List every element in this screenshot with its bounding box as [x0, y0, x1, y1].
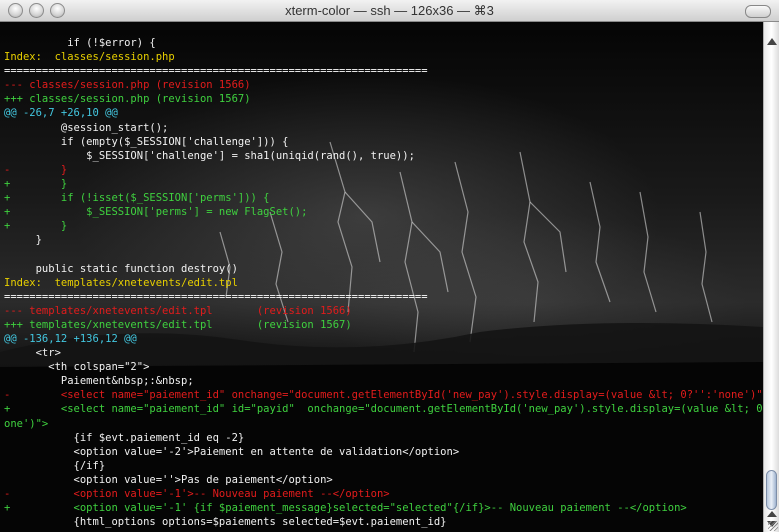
terminal-line: - <select name="paiement_id" onchange="d…	[4, 389, 763, 402]
terminal-line: <th colspan="2">	[4, 361, 150, 374]
terminal-line: public static function destroy()	[4, 262, 238, 275]
scroll-thumb[interactable]	[766, 470, 777, 510]
terminal-line: + if (!isset($_SESSION['perms'])) {	[4, 192, 270, 205]
terminal-line: Index: templates/xnetevents/edit.tpl	[4, 276, 238, 289]
terminal-line: <tr>	[4, 347, 61, 360]
terminal-line: $_SESSION['challenge'] = sha1(uniqid(ran…	[4, 149, 415, 162]
toolbar-toggle-button[interactable]	[745, 5, 771, 18]
terminal-line: --- templates/xnetevents/edit.tpl (revis…	[4, 304, 352, 317]
terminal-line: + <select name="paiement_id" id="payid" …	[4, 403, 763, 416]
terminal-line: @@ -136,12 +136,12 @@	[4, 332, 137, 345]
scroll-up-arrow-icon[interactable]	[767, 511, 777, 517]
terminal-line: Paiement&nbsp;:&nbsp;	[4, 375, 194, 388]
terminal-line: - <option value='-1'>-- Nouveau paiement…	[4, 488, 390, 500]
scroll-top-arrow-icon[interactable]	[767, 38, 777, 45]
terminal-line: one')">	[4, 417, 49, 430]
terminal-line: if (!$error) {	[4, 37, 156, 49]
terminal-area[interactable]: if (!$error) { Index: classes/session.php…	[0, 22, 763, 532]
terminal-line: @@ -26,7 +26,10 @@	[4, 107, 118, 120]
title-bar[interactable]: xterm-color — ssh — 126x36 — ⌘3	[0, 0, 779, 22]
terminal-output: if (!$error) { Index: classes/session.php…	[4, 36, 763, 529]
terminal-line: + <option value='-1' {if $paiement_messa…	[4, 502, 687, 515]
terminal-line: {/if}	[4, 459, 106, 472]
terminal-line: + }	[4, 177, 68, 190]
terminal-line: @session_start();	[4, 121, 169, 134]
terminal-line: }	[4, 234, 42, 247]
window-title: xterm-color — ssh — 126x36 — ⌘3	[285, 3, 494, 18]
terminal-line: {if $evt.paiement_id eq -2}	[4, 431, 245, 444]
terminal-line: <option value='-2'>Paiement en attente d…	[4, 445, 460, 458]
terminal-line: --- classes/session.php (revision 1566)	[4, 79, 251, 92]
terminal-line: + $_SESSION['perms'] = new FlagSet();	[4, 206, 308, 219]
terminal-line: {html_options options=$paiements selecte…	[4, 516, 447, 529]
terminal-line: <option value=''>Pas de paiement</option…	[4, 473, 333, 486]
terminal-line: +++ templates/xnetevents/edit.tpl (revis…	[4, 318, 352, 331]
terminal-window: xterm-color — ssh — 126x36 — ⌘3 if (!$er…	[0, 0, 779, 532]
terminal-line: +++ classes/session.php (revision 1567)	[4, 93, 251, 106]
terminal-line: + }	[4, 220, 68, 233]
terminal-line: if (empty($_SESSION['challenge'])) {	[4, 135, 289, 148]
terminal-line: ========================================…	[4, 65, 428, 78]
terminal-line: ========================================…	[4, 290, 428, 303]
terminal-line: Index: classes/session.php	[4, 51, 175, 64]
vertical-scrollbar[interactable]	[763, 22, 779, 532]
terminal-line: - }	[4, 163, 68, 176]
resize-grip-icon[interactable]	[768, 521, 778, 531]
